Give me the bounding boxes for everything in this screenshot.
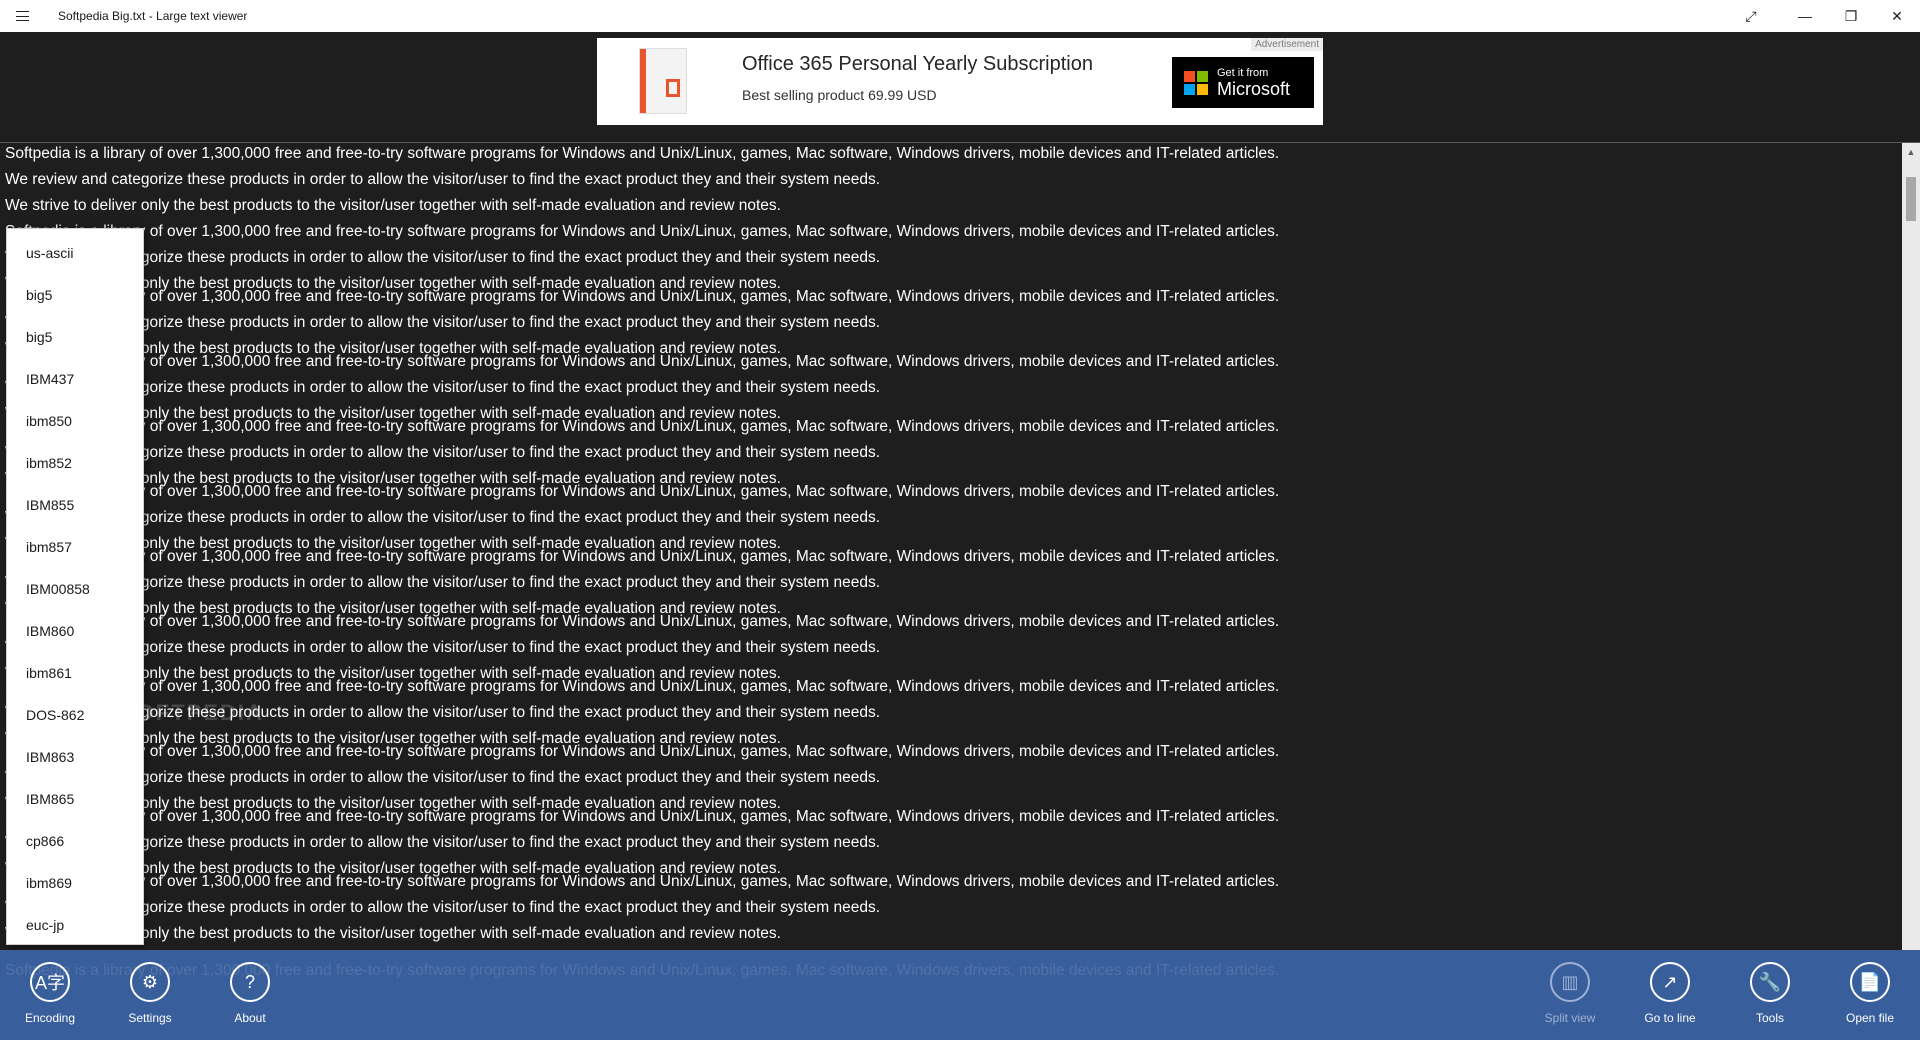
encoding-option[interactable]: IBM863 xyxy=(7,736,143,778)
go-to-line-label: Go to line xyxy=(1644,1011,1696,1025)
hamburger-menu-icon[interactable] xyxy=(0,0,44,32)
encoding-option[interactable]: ibm869 xyxy=(7,862,143,904)
question-icon: ? xyxy=(230,962,270,1002)
scroll-up-arrow-icon[interactable]: ▲ xyxy=(1902,143,1920,161)
settings-label: Settings xyxy=(128,1011,172,1025)
command-bar: Softpedia is a library of over 1,300,000… xyxy=(0,950,1920,1040)
ad-tag: Advertisement xyxy=(1251,38,1323,51)
encoding-option[interactable]: IBM865 xyxy=(7,778,143,820)
tools-label: Tools xyxy=(1755,1011,1784,1025)
encoding-option[interactable]: cp866 xyxy=(7,820,143,862)
text-line: We strive to deliver only the best produ… xyxy=(5,197,781,214)
text-line: Softpedia is a library of over 1,300,000… xyxy=(5,223,1280,240)
text-line: Softpedia is a library of over 1,300,000… xyxy=(5,743,1280,760)
arrow-up-right-icon: ↗ xyxy=(1650,962,1690,1002)
encoding-option[interactable]: ibm850 xyxy=(7,400,143,442)
advertisement-banner[interactable]: Advertisement Office 365 Personal Yearly… xyxy=(597,38,1323,125)
encoding-option[interactable]: ibm861 xyxy=(7,652,143,694)
encoding-option[interactable]: big5 xyxy=(7,274,143,316)
tools-button[interactable]: 🔧 Tools xyxy=(1720,962,1820,1034)
close-icon[interactable]: ✕ xyxy=(1874,0,1920,32)
store-small-text: Get it from xyxy=(1217,66,1269,79)
window-title: Softpedia Big.txt - Large text viewer xyxy=(58,9,248,23)
open-file-label: Open file xyxy=(1845,1011,1895,1025)
office-product-box-image xyxy=(639,48,687,114)
text-line: Softpedia is a library of over 1,300,000… xyxy=(5,548,1280,565)
encoding-dropdown[interactable]: us-ascii big5 big5 IBM437 ibm850 ibm852 IBM855… xyxy=(6,228,144,945)
encoding-option[interactable]: big5 xyxy=(7,316,143,358)
title-bar: Softpedia Big.txt - Large text viewer ⤢ … xyxy=(0,0,1920,32)
fullscreen-icon[interactable]: ⤢ xyxy=(1728,0,1774,32)
encoding-option[interactable]: IBM855 xyxy=(7,484,143,526)
encoding-button[interactable]: A字 Encoding xyxy=(0,962,100,1034)
text-line: Softpedia is a library of over 1,300,000… xyxy=(5,808,1280,825)
gear-icon: ⚙ xyxy=(130,962,170,1002)
go-to-line-button[interactable]: ↗ Go to line xyxy=(1620,962,1720,1034)
about-button[interactable]: ? About xyxy=(200,962,300,1034)
encoding-option[interactable]: euc-jp xyxy=(7,904,143,944)
text-line: Softpedia is a library of over 1,300,000… xyxy=(5,288,1280,305)
encoding-option[interactable]: ibm852 xyxy=(7,442,143,484)
open-file-icon: 📄 xyxy=(1850,962,1890,1002)
split-view-button[interactable]: ▥ Split view xyxy=(1520,962,1620,1034)
encoding-option[interactable]: IBM860 xyxy=(7,610,143,652)
wrench-icon: 🔧 xyxy=(1750,962,1790,1002)
get-it-from-microsoft-badge[interactable]: Get it from Microsoft xyxy=(1172,57,1314,108)
text-line: Softpedia is a library of over 1,300,000… xyxy=(5,353,1280,370)
encoding-option[interactable]: us-ascii xyxy=(7,232,143,274)
settings-button[interactable]: ⚙ Settings xyxy=(100,962,200,1034)
split-view-label: Split view xyxy=(1544,1011,1596,1025)
text-line: Softpedia is a library of over 1,300,000… xyxy=(5,873,1280,890)
text-line: Softpedia is a library of over 1,300,000… xyxy=(5,678,1280,695)
encoding-option[interactable]: IBM437 xyxy=(7,358,143,400)
scroll-thumb[interactable] xyxy=(1906,177,1916,221)
window-controls: ⤢ — ❐ ✕ xyxy=(1728,0,1920,32)
text-viewer[interactable]: Softpedia is a library of over 1,300,000… xyxy=(0,142,1920,950)
vertical-scrollbar[interactable]: ▲ xyxy=(1902,143,1920,950)
text-line: Softpedia is a library of over 1,300,000… xyxy=(5,613,1280,630)
encoding-option[interactable]: ibm857 xyxy=(7,526,143,568)
encoding-option[interactable]: IBM00858 xyxy=(7,568,143,610)
text-line: We review and categorize these products … xyxy=(5,171,881,188)
encoding-label: Encoding xyxy=(24,1011,76,1025)
softpedia-watermark: SOFTPEDIA xyxy=(120,700,264,725)
about-label: About xyxy=(234,1011,266,1025)
text-line: Softpedia is a library of over 1,300,000… xyxy=(5,483,1280,500)
document-text[interactable]: Softpedia is a library of over 1,300,000… xyxy=(5,145,1900,950)
restore-icon[interactable]: ❐ xyxy=(1828,0,1874,32)
text-line: Softpedia is a library of over 1,300,000… xyxy=(5,145,1280,162)
ad-area: Advertisement Office 365 Personal Yearly… xyxy=(0,32,1920,142)
open-file-button[interactable]: 📄 Open file xyxy=(1820,962,1920,1034)
ad-title: Office 365 Personal Yearly Subscription xyxy=(742,53,1093,75)
encoding-icon: A字 xyxy=(30,962,70,1002)
microsoft-logo-icon xyxy=(1184,70,1208,95)
store-big-text: Microsoft xyxy=(1217,78,1291,99)
split-view-icon: ▥ xyxy=(1550,962,1590,1002)
ad-subtitle: Best selling product 69.99 USD xyxy=(742,87,937,103)
text-line: Softpedia is a library of over 1,300,000… xyxy=(5,418,1280,435)
minimize-icon[interactable]: — xyxy=(1782,0,1828,32)
